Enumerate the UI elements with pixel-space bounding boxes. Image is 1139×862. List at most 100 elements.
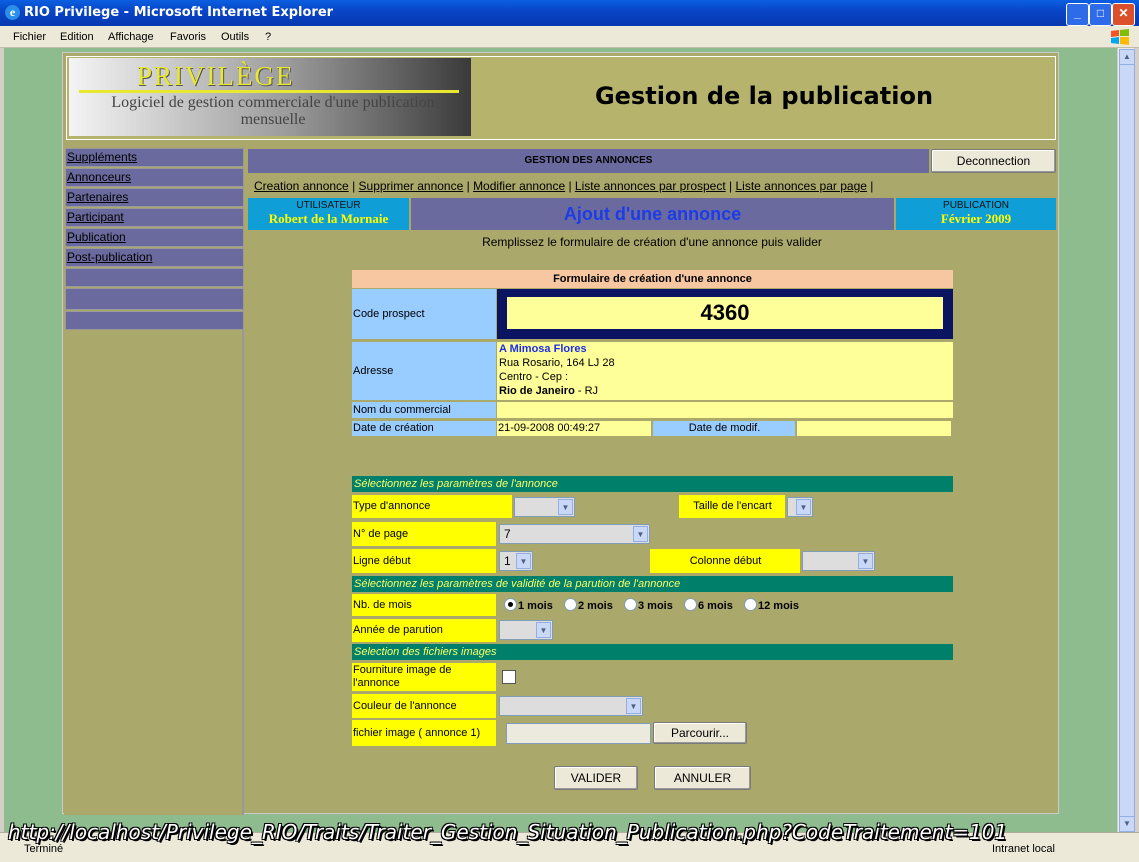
menu-bar: Fichier Edition Affichage Favoris Outils…	[0, 26, 1139, 48]
supply-label: Fourniture image de l'annonce	[352, 663, 496, 691]
menu-help[interactable]: ?	[265, 31, 271, 43]
scroll-down-icon[interactable]: ▼	[1119, 816, 1135, 832]
maximize-button[interactable]: □	[1089, 3, 1112, 26]
menu-edition[interactable]: Edition	[60, 31, 94, 43]
user-name: Robert de la Mornaie	[268, 211, 389, 226]
menu-favoris[interactable]: Favoris	[170, 31, 206, 43]
link-liste-par-prospect[interactable]: Liste annonces par prospect	[575, 179, 726, 193]
link-supprimer-annonce[interactable]: Supprimer annonce	[359, 179, 464, 193]
sidebar-link[interactable]: Partenaires	[67, 190, 128, 204]
sidebar-link[interactable]: Suppléments	[67, 150, 137, 164]
chevron-down-icon[interactable]: ▼	[516, 553, 531, 569]
type-select[interactable]: ▼	[514, 497, 575, 517]
chevron-down-icon[interactable]: ▼	[558, 499, 573, 515]
supply-checkbox[interactable]	[502, 670, 516, 684]
validity-section: Sélectionnez les paramètres de validité …	[352, 576, 953, 592]
size-select[interactable]: ▼	[787, 497, 813, 517]
address-name: A Mimosa Flores	[499, 343, 587, 355]
months-radio-group: 1 mois 2 mois 3 mois 6 mois 12 mois	[497, 594, 827, 616]
address-line1: Rua Rosario, 164 LJ 28	[499, 357, 615, 369]
validate-button[interactable]: VALIDER	[554, 766, 638, 790]
months-label: Nb. de mois	[352, 594, 496, 616]
size-label: Taille de l'encart	[679, 495, 785, 518]
window-title: RIO Privilege - Microsoft Internet Explo…	[24, 5, 334, 20]
modified-value	[797, 421, 951, 436]
link-modifier-annonce[interactable]: Modifier annonce	[473, 179, 565, 193]
sidebar-item-publication[interactable]: Publication	[65, 228, 244, 247]
radio-3-mois[interactable]	[624, 598, 637, 611]
close-button[interactable]: ✕	[1112, 3, 1135, 26]
publication-value: Février 2009	[940, 211, 1012, 226]
file-input[interactable]	[506, 723, 651, 744]
radio-label: 3 mois	[638, 600, 673, 612]
radio-label: 12 mois	[758, 600, 799, 612]
color-select[interactable]: ▼	[499, 696, 643, 716]
disconnect-button[interactable]: Deconnection	[931, 149, 1056, 173]
code-prospect-box: 4360	[497, 289, 953, 339]
address-line2: Centro - Cep :	[499, 371, 569, 383]
images-section: Selection des fichiers images	[352, 644, 953, 660]
vertical-scrollbar[interactable]: ▲ ▼	[1117, 48, 1135, 832]
privilege-logo: PRIVILÈGE Logiciel de gestion commercial…	[69, 58, 471, 136]
page-title: Gestion de la publication	[594, 82, 934, 110]
sidebar-item-annonceurs[interactable]: Annonceurs	[65, 168, 244, 187]
logo-brand: PRIVILÈGE	[137, 61, 295, 91]
chevron-down-icon[interactable]: ▼	[633, 526, 648, 542]
chevron-down-icon[interactable]: ▼	[796, 499, 811, 515]
minimize-button[interactable]: _	[1066, 3, 1089, 26]
sidebar: Suppléments Annonceurs Partenaires Parti…	[64, 147, 244, 815]
link-liste-par-page[interactable]: Liste annonces par page	[735, 179, 866, 193]
commercial-label: Nom du commercial	[352, 402, 496, 418]
sidebar-link[interactable]: Participant	[67, 210, 124, 224]
browse-button[interactable]: Parcourir...	[653, 722, 747, 744]
sidebar-item-participant[interactable]: Participant	[65, 208, 244, 227]
radio-2-mois[interactable]	[564, 598, 577, 611]
ie-icon: e	[5, 5, 20, 20]
params-section: Sélectionnez les paramètres de l'annonce	[352, 476, 953, 492]
year-label: Année de parution	[352, 619, 496, 642]
scroll-thumb[interactable]	[1119, 64, 1135, 828]
line-select-value: 1	[504, 554, 511, 568]
address-value: A Mimosa Flores Rua Rosario, 164 LJ 28 C…	[497, 342, 953, 400]
cancel-button[interactable]: ANNULER	[654, 766, 751, 790]
window-titlebar: e RIO Privilege - Microsoft Internet Exp…	[0, 0, 1139, 26]
chevron-down-icon[interactable]: ▼	[536, 622, 551, 638]
line-select[interactable]: 1 ▼	[499, 551, 533, 571]
radio-label: 1 mois	[518, 600, 553, 612]
page-select[interactable]: 7 ▼	[499, 524, 650, 544]
column-select[interactable]: ▼	[802, 551, 875, 571]
instruction-text: Remplissez le formulaire de création d'u…	[482, 235, 822, 249]
menu-outils[interactable]: Outils	[221, 31, 249, 43]
chevron-down-icon[interactable]: ▼	[626, 698, 641, 714]
address-label: Adresse	[352, 342, 496, 400]
user-panel: UTILISATEUR Robert de la Mornaie	[248, 198, 409, 230]
menu-affichage[interactable]: Affichage	[108, 31, 154, 43]
sidebar-link[interactable]: Annonceurs	[67, 170, 131, 184]
link-creation-annonce[interactable]: Creation annonce	[254, 179, 349, 193]
type-label: Type d'annonce	[352, 495, 512, 518]
column-label: Colonne début	[650, 549, 800, 573]
line-label: Ligne début	[352, 549, 496, 573]
user-label: UTILISATEUR	[296, 200, 361, 211]
sidebar-item-supplements[interactable]: Suppléments	[65, 148, 244, 167]
created-value: 21-09-2008 00:49:27	[497, 421, 651, 436]
action-links: Creation annonce | Supprimer annonce | M…	[254, 179, 874, 193]
radio-6-mois[interactable]	[684, 598, 697, 611]
color-label: Couleur de l'annonce	[352, 694, 496, 718]
code-prospect-value: 4360	[507, 297, 943, 329]
sidebar-item-post-publication[interactable]: Post-publication	[65, 248, 244, 267]
radio-12-mois[interactable]	[744, 598, 757, 611]
url-overlay: http://localhost/Privilege_RIO/Traits/Tr…	[8, 820, 1008, 844]
section-header: GESTION DES ANNONCES	[248, 149, 929, 173]
menu-fichier[interactable]: Fichier	[13, 31, 46, 43]
sidebar-link[interactable]: Post-publication	[67, 250, 152, 264]
windows-logo-icon	[1111, 29, 1129, 45]
sidebar-link[interactable]: Publication	[67, 230, 126, 244]
sidebar-item-partenaires[interactable]: Partenaires	[65, 188, 244, 207]
radio-1-mois[interactable]	[504, 598, 517, 611]
modified-label: Date de modif.	[653, 421, 795, 436]
scroll-up-icon[interactable]: ▲	[1119, 49, 1135, 65]
sidebar-item-empty	[65, 288, 244, 310]
year-select[interactable]: ▼	[499, 620, 553, 640]
chevron-down-icon[interactable]: ▼	[858, 553, 873, 569]
